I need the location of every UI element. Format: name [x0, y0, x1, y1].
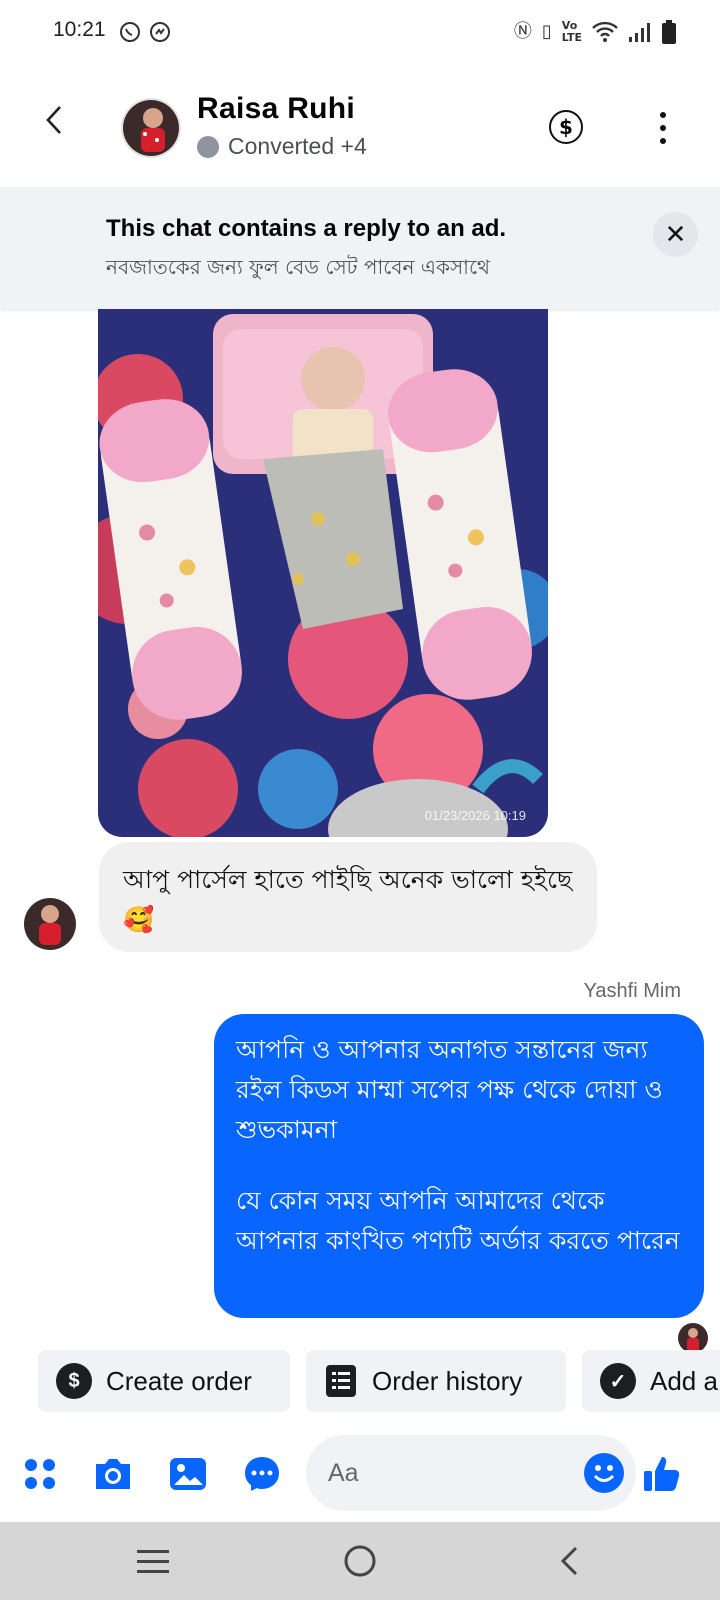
receipt-icon [326, 1365, 356, 1397]
message-composer [0, 1430, 720, 1522]
back-icon [46, 106, 61, 134]
sender-name-label: Yashfi Mim [583, 980, 681, 1002]
system-back-button[interactable] [544, 1536, 594, 1586]
volte-icon: Vo LTE [561, 19, 582, 44]
outgoing-paragraph-2: যে কোন সময় আপনি আমাদের থেকে আপনার কাংখি… [236, 1186, 680, 1255]
dollar-icon: $ [56, 1363, 92, 1399]
wifi-icon [592, 21, 618, 42]
close-icon: ✕ [664, 219, 687, 250]
dollar-icon: $ [559, 115, 573, 139]
seen-receipt-avatar [678, 1323, 708, 1353]
back-icon [560, 1546, 578, 1576]
status-dot [197, 135, 219, 158]
order-history-label: Order history [372, 1365, 523, 1396]
system-nav-bar [0, 1522, 720, 1600]
payment-button[interactable]: $ [549, 110, 583, 144]
add-label-chip[interactable]: ✓ Add a [582, 1350, 720, 1412]
sender-avatar[interactable] [24, 898, 76, 950]
create-order-chip[interactable]: $ Create order [38, 1350, 290, 1412]
ad-banner-title: This chat contains a reply to an ad. [106, 215, 507, 242]
gallery-button[interactable] [166, 1452, 210, 1496]
recents-icon [137, 1550, 169, 1573]
baby-bed-set-photo [98, 309, 548, 837]
status-time: 10:21 [53, 18, 106, 41]
apps-button[interactable] [18, 1452, 62, 1496]
message-input-wrapper [306, 1435, 636, 1511]
outgoing-message-bubble[interactable]: আপনি ও আপনার অনাগত সন্তানের জন্য রইল কিড… [214, 1014, 704, 1318]
vibrate-icon: ▯ [541, 21, 552, 42]
thumbs-up-icon [644, 1457, 680, 1491]
more-vertical-icon [660, 112, 666, 118]
home-button[interactable] [335, 1536, 385, 1586]
incoming-message-bubble[interactable]: আপু পার্সেল হাতে পাইছি অনেক ভালো হইছে 🥰 [99, 842, 597, 952]
ad-reply-banner: This chat contains a reply to an ad. নবজ… [0, 187, 720, 309]
home-icon [344, 1545, 376, 1577]
photo-message[interactable]: 01/23/2026 10:19 [98, 309, 548, 837]
chat-bubble-icon [245, 1457, 279, 1491]
back-button[interactable] [30, 96, 78, 144]
gallery-icon [170, 1458, 206, 1490]
ad-banner-close-button[interactable]: ✕ [653, 212, 698, 257]
camera-icon [96, 1459, 130, 1489]
apps-grid-icon [25, 1459, 55, 1489]
signal-icon [629, 23, 650, 42]
nfc-icon: Ⓝ [513, 21, 532, 42]
photo-timestamp: 01/23/2026 10:19 [424, 808, 526, 823]
emoji-icon [593, 1465, 615, 1482]
outgoing-paragraph-1: আপনি ও আপনার অনাগত সন্তানের জন্য রইল কিড… [236, 1035, 663, 1144]
message-input[interactable] [306, 1435, 546, 1511]
create-order-label: Create order [106, 1365, 252, 1396]
more-options-button[interactable] [648, 108, 678, 148]
messenger-status-icon [150, 22, 170, 42]
ad-banner-subtitle: নবজাতকের জন্য ফুল বেড সেট পাবেন একসাথে [106, 255, 490, 279]
contact-name[interactable]: Raisa Ruhi [197, 92, 355, 126]
chat-header: Raisa Ruhi Converted +4 $ [0, 68, 720, 186]
add-label-text: Add a [650, 1365, 718, 1396]
whatsapp-icon [120, 22, 140, 42]
status-bar: 10:21 Ⓝ ▯ Vo LTE [0, 0, 720, 68]
battery-icon [662, 20, 676, 44]
quick-actions-bar: $ Create order Order history ✓ Add a [38, 1350, 720, 1412]
status-label: Converted +4 [228, 133, 367, 159]
contact-avatar[interactable] [121, 98, 181, 158]
camera-button[interactable] [91, 1452, 135, 1496]
like-button[interactable] [640, 1452, 684, 1496]
emoji-button[interactable] [584, 1453, 624, 1493]
contact-status[interactable]: Converted +4 [197, 133, 367, 160]
recents-button[interactable] [128, 1536, 178, 1586]
checkmark-icon: ✓ [600, 1363, 636, 1399]
order-history-chip[interactable]: Order history [306, 1350, 566, 1412]
chat-bubble-button[interactable] [240, 1452, 284, 1496]
